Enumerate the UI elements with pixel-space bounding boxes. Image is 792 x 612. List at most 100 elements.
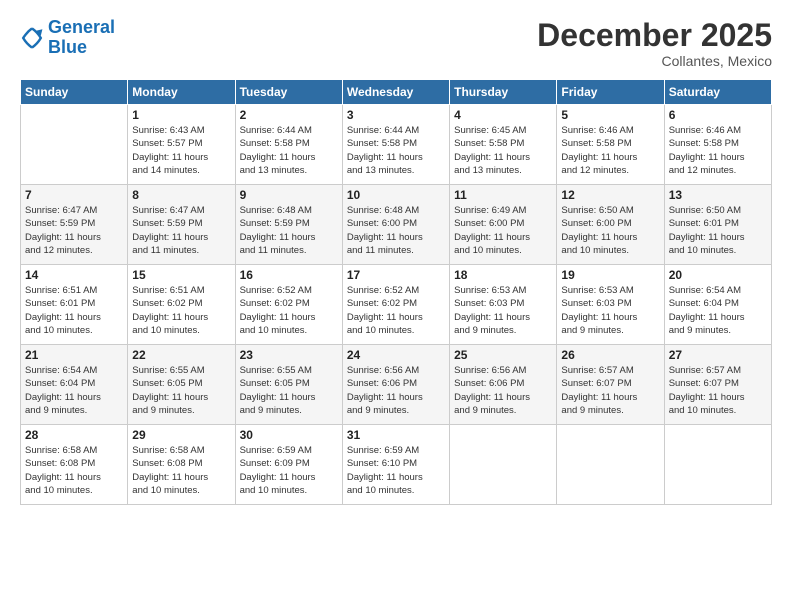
cell-detail-line: Sunrise: 6:50 AM xyxy=(669,204,767,217)
cell-detail-line: Sunrise: 6:52 AM xyxy=(240,284,338,297)
cell-detail-line: Sunrise: 6:56 AM xyxy=(347,364,445,377)
cell-detail-line: and 10 minutes. xyxy=(454,244,552,257)
day-number: 16 xyxy=(240,268,338,282)
cell-detail-line: Daylight: 11 hours xyxy=(25,391,123,404)
cell-detail-line: Daylight: 11 hours xyxy=(240,471,338,484)
cell-detail-line: Sunset: 5:59 PM xyxy=(25,217,123,230)
cell-detail-line: and 10 minutes. xyxy=(25,324,123,337)
day-number: 6 xyxy=(669,108,767,122)
cell-detail-line: Sunrise: 6:54 AM xyxy=(25,364,123,377)
cell-detail-line: Sunset: 5:57 PM xyxy=(132,137,230,150)
cell-detail-line: Sunset: 6:03 PM xyxy=(561,297,659,310)
cell-detail-line: Sunrise: 6:51 AM xyxy=(25,284,123,297)
day-number: 18 xyxy=(454,268,552,282)
cell-detail-line: Sunrise: 6:57 AM xyxy=(669,364,767,377)
calendar-cell: 14Sunrise: 6:51 AMSunset: 6:01 PMDayligh… xyxy=(21,265,128,345)
cell-detail-line: Sunrise: 6:52 AM xyxy=(347,284,445,297)
cell-detail-line: and 10 minutes. xyxy=(669,244,767,257)
cell-details: Sunrise: 6:49 AMSunset: 6:00 PMDaylight:… xyxy=(454,204,552,257)
day-number: 1 xyxy=(132,108,230,122)
cell-details: Sunrise: 6:50 AMSunset: 6:00 PMDaylight:… xyxy=(561,204,659,257)
cell-detail-line: and 10 minutes. xyxy=(347,484,445,497)
cell-details: Sunrise: 6:52 AMSunset: 6:02 PMDaylight:… xyxy=(347,284,445,337)
day-number: 5 xyxy=(561,108,659,122)
cell-details: Sunrise: 6:47 AMSunset: 5:59 PMDaylight:… xyxy=(25,204,123,257)
cell-details: Sunrise: 6:55 AMSunset: 6:05 PMDaylight:… xyxy=(132,364,230,417)
day-number: 19 xyxy=(561,268,659,282)
day-number: 21 xyxy=(25,348,123,362)
cell-detail-line: Daylight: 11 hours xyxy=(132,311,230,324)
cell-detail-line: Sunset: 6:03 PM xyxy=(454,297,552,310)
cell-details: Sunrise: 6:48 AMSunset: 6:00 PMDaylight:… xyxy=(347,204,445,257)
calendar-cell: 2Sunrise: 6:44 AMSunset: 5:58 PMDaylight… xyxy=(235,105,342,185)
day-number: 26 xyxy=(561,348,659,362)
calendar-cell: 9Sunrise: 6:48 AMSunset: 5:59 PMDaylight… xyxy=(235,185,342,265)
cell-details: Sunrise: 6:58 AMSunset: 6:08 PMDaylight:… xyxy=(25,444,123,497)
cell-details: Sunrise: 6:59 AMSunset: 6:09 PMDaylight:… xyxy=(240,444,338,497)
cell-detail-line: Daylight: 11 hours xyxy=(669,311,767,324)
cell-detail-line: Daylight: 11 hours xyxy=(25,231,123,244)
cell-detail-line: and 14 minutes. xyxy=(132,164,230,177)
day-number: 24 xyxy=(347,348,445,362)
calendar-cell xyxy=(21,105,128,185)
cell-detail-line: Daylight: 11 hours xyxy=(240,151,338,164)
cell-detail-line: Sunset: 6:07 PM xyxy=(561,377,659,390)
day-number: 17 xyxy=(347,268,445,282)
calendar-cell: 28Sunrise: 6:58 AMSunset: 6:08 PMDayligh… xyxy=(21,425,128,505)
cell-detail-line: Sunset: 6:02 PM xyxy=(132,297,230,310)
cell-detail-line: Sunrise: 6:55 AM xyxy=(132,364,230,377)
cell-detail-line: and 10 minutes. xyxy=(669,404,767,417)
calendar-week-row: 7Sunrise: 6:47 AMSunset: 5:59 PMDaylight… xyxy=(21,185,772,265)
cell-details: Sunrise: 6:50 AMSunset: 6:01 PMDaylight:… xyxy=(669,204,767,257)
calendar-week-row: 21Sunrise: 6:54 AMSunset: 6:04 PMDayligh… xyxy=(21,345,772,425)
calendar-week-row: 1 Sunrise: 6:43 AMSunset: 5:57 PMDaylight… xyxy=(21,105,772,185)
calendar-cell: 29Sunrise: 6:58 AMSunset: 6:08 PMDayligh… xyxy=(128,425,235,505)
cell-details: Sunrise: 6:45 AMSunset: 5:58 PMDaylight:… xyxy=(454,124,552,177)
cell-details: Sunrise: 6:54 AMSunset: 6:04 PMDaylight:… xyxy=(25,364,123,417)
cell-detail-line: and 10 minutes. xyxy=(132,324,230,337)
cell-detail-line: Daylight: 11 hours xyxy=(25,471,123,484)
cell-detail-line: Daylight: 11 hours xyxy=(561,231,659,244)
cell-detail-line: Sunset: 6:02 PM xyxy=(347,297,445,310)
calendar-week-row: 28Sunrise: 6:58 AMSunset: 6:08 PMDayligh… xyxy=(21,425,772,505)
sub-title: Collantes, Mexico xyxy=(537,53,772,69)
cell-detail-line: Daylight: 11 hours xyxy=(561,151,659,164)
cell-detail-line: Daylight: 11 hours xyxy=(454,151,552,164)
cell-details: Sunrise: 6:51 AMSunset: 6:02 PMDaylight:… xyxy=(132,284,230,337)
calendar-cell: 4Sunrise: 6:45 AMSunset: 5:58 PMDaylight… xyxy=(450,105,557,185)
calendar-cell: 6Sunrise: 6:46 AMSunset: 5:58 PMDaylight… xyxy=(664,105,771,185)
cell-detail-line: and 11 minutes. xyxy=(347,244,445,257)
day-number: 20 xyxy=(669,268,767,282)
cell-detail-line: Sunset: 6:05 PM xyxy=(240,377,338,390)
cell-detail-line: Sunrise: 6:46 AM xyxy=(561,124,659,137)
cell-detail-line: and 13 minutes. xyxy=(347,164,445,177)
calendar-day-header: Tuesday xyxy=(235,80,342,105)
cell-detail-line: Daylight: 11 hours xyxy=(347,471,445,484)
cell-detail-line: and 13 minutes. xyxy=(240,164,338,177)
day-number: 25 xyxy=(454,348,552,362)
cell-detail-line: Sunset: 5:58 PM xyxy=(561,137,659,150)
cell-details: Sunrise: 6:43 AMSunset: 5:57 PMDaylight:… xyxy=(132,124,230,177)
cell-detail-line: Daylight: 11 hours xyxy=(347,391,445,404)
cell-details: Sunrise: 6:59 AMSunset: 6:10 PMDaylight:… xyxy=(347,444,445,497)
calendar-day-header: Saturday xyxy=(664,80,771,105)
cell-detail-line: and 11 minutes. xyxy=(240,244,338,257)
calendar-day-header: Sunday xyxy=(21,80,128,105)
title-block: December 2025 Collantes, Mexico xyxy=(537,18,772,69)
calendar-header-row: SundayMondayTuesdayWednesdayThursdayFrid… xyxy=(21,80,772,105)
cell-detail-line: Sunset: 6:01 PM xyxy=(669,217,767,230)
cell-detail-line: Sunset: 6:04 PM xyxy=(25,377,123,390)
cell-details: Sunrise: 6:44 AMSunset: 5:58 PMDaylight:… xyxy=(347,124,445,177)
calendar-cell: 3Sunrise: 6:44 AMSunset: 5:58 PMDaylight… xyxy=(342,105,449,185)
cell-detail-line: Sunset: 6:08 PM xyxy=(132,457,230,470)
calendar-cell: 23Sunrise: 6:55 AMSunset: 6:05 PMDayligh… xyxy=(235,345,342,425)
cell-details: Sunrise: 6:53 AMSunset: 6:03 PMDaylight:… xyxy=(454,284,552,337)
logo-line1: General xyxy=(48,17,115,37)
cell-detail-line: Daylight: 11 hours xyxy=(454,391,552,404)
cell-detail-line: Sunset: 5:59 PM xyxy=(132,217,230,230)
cell-detail-line: and 12 minutes. xyxy=(561,164,659,177)
cell-detail-line: Sunset: 6:04 PM xyxy=(669,297,767,310)
cell-details: Sunrise: 6:57 AMSunset: 6:07 PMDaylight:… xyxy=(561,364,659,417)
calendar-cell xyxy=(664,425,771,505)
cell-detail-line: Sunset: 6:06 PM xyxy=(454,377,552,390)
